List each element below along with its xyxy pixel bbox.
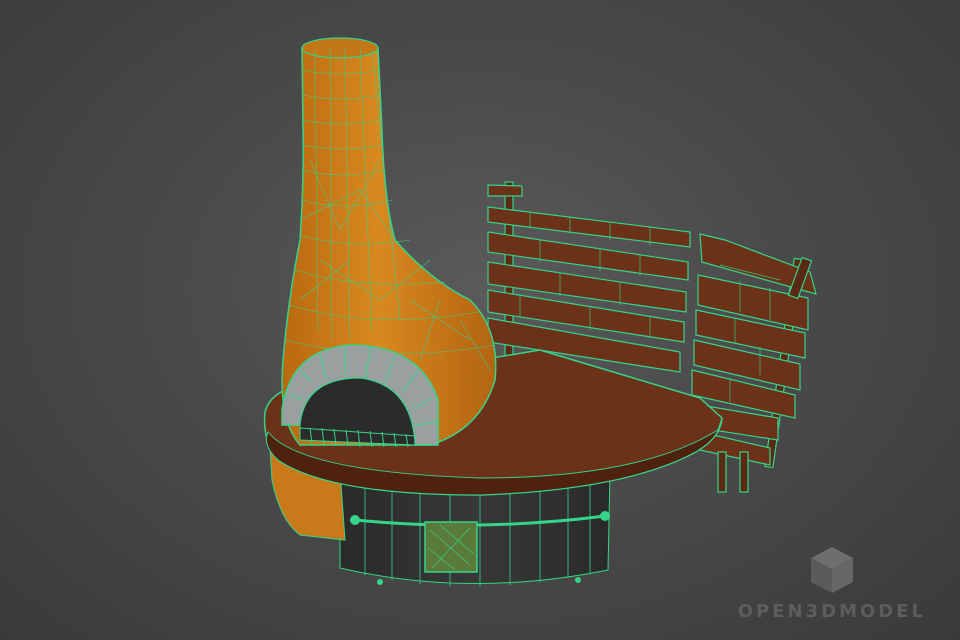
cube-icon — [810, 547, 853, 593]
watermark-text: OPEN3DMODEL — [737, 601, 926, 622]
wireframe-scene — [263, 37, 817, 587]
watermark: OPEN3DMODEL — [738, 545, 926, 622]
viewport: OPEN3DMODEL — [0, 0, 960, 640]
